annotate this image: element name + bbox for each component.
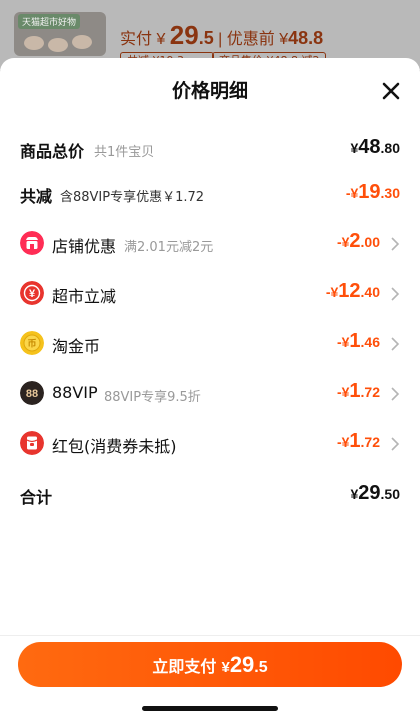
currency-symbol: -¥ — [345, 185, 359, 201]
discount-row-supermarket[interactable]: ¥ 超市立减 -¥12.40 — [20, 274, 400, 314]
amount-int: 12 — [338, 280, 361, 302]
chevron-right-icon — [391, 237, 400, 251]
amount-dec: .72 — [360, 384, 380, 400]
amount-int: 48 — [358, 136, 381, 158]
amount-dec: .5 — [254, 659, 268, 676]
coin-glyph: 币 — [27, 339, 36, 350]
currency-symbol: -¥ — [336, 334, 350, 350]
before-label: | 优惠前 ¥ — [213, 31, 289, 48]
gold-coin-icon: 币 — [20, 331, 44, 355]
amount-dec: .80 — [380, 140, 400, 156]
paid-dec: .5 — [198, 28, 214, 48]
vip-glyph: 88 — [26, 388, 38, 400]
total-price-row: 商品总价 共1件宝贝 ¥48.80 — [20, 130, 400, 170]
discount-amount: -¥1.72 — [337, 380, 380, 403]
amount-dec: .30 — [380, 185, 400, 201]
chevron-right-icon — [391, 387, 400, 401]
vip88-icon: 88 — [20, 381, 44, 405]
yuan-glyph: ¥ — [29, 288, 36, 300]
discount-row-gold-coin[interactable]: 币 淘金币 -¥1.46 — [20, 324, 400, 364]
discount-label: 店铺优惠 — [52, 237, 117, 256]
store-coupon-icon — [20, 231, 44, 255]
amount-dec: .50 — [380, 486, 400, 502]
red-packet-icon — [20, 431, 44, 455]
discount-label: 红包(消费券未抵) — [52, 437, 177, 456]
currency-symbol: -¥ — [336, 234, 350, 250]
currency-symbol: -¥ — [325, 284, 339, 300]
discount-sub: 88VIP专享9.5折 — [104, 390, 201, 405]
sum-row: 合计 ¥29.50 — [20, 476, 400, 516]
sum-amount: ¥29.50 — [350, 482, 400, 505]
footer-divider — [0, 635, 420, 636]
discount-label: 淘金币 — [52, 337, 101, 356]
currency-symbol: ¥ — [221, 659, 230, 676]
amount-int: 29 — [229, 652, 255, 677]
pay-button-label: 立即支付 — [152, 657, 217, 676]
discount-amount: -¥1.46 — [337, 330, 380, 353]
amount-int: 19 — [358, 181, 381, 203]
price-detail-sheet: 价格明细 商品总价 共1件宝贝 ¥48.80 共减 含88VIP专享优惠￥1.7… — [0, 58, 420, 720]
close-icon[interactable] — [380, 80, 402, 102]
total-price-amount: ¥48.80 — [350, 136, 400, 159]
home-indicator — [142, 706, 278, 711]
total-reduction-label: 共减 — [20, 187, 53, 206]
before-value: 48.8 — [288, 28, 324, 48]
background-paid-price: 实付 ¥ 29.5 | 优惠前 ¥48.8 — [120, 20, 323, 51]
discount-amount: -¥1.72 — [337, 430, 380, 453]
amount-int: 1 — [349, 430, 361, 452]
egg-image — [48, 38, 68, 52]
amount-int: 29 — [358, 482, 381, 504]
product-thumbnail: 天猫超市好物 — [14, 12, 106, 56]
total-reduction-amount: -¥19.30 — [346, 181, 400, 204]
discount-label: 超市立减 — [52, 287, 117, 306]
chevron-right-icon — [391, 437, 400, 451]
amount-dec: .00 — [360, 234, 380, 250]
currency-symbol: -¥ — [336, 384, 350, 400]
product-thumbnail-tag: 天猫超市好物 — [18, 14, 81, 29]
paid-int: 29 — [169, 20, 199, 50]
sheet-title: 价格明细 — [171, 80, 248, 102]
total-price-label: 商品总价 — [20, 142, 85, 161]
total-reduction-row: 共减 含88VIP专享优惠￥1.72 -¥19.30 — [20, 175, 400, 215]
amount-int: 1 — [349, 330, 361, 352]
pay-now-button[interactable]: 立即支付 ¥29.5 — [18, 642, 402, 687]
total-reduction-sub: 含88VIP专享优惠￥1.72 — [60, 190, 205, 205]
paid-label: 实付 ¥ — [120, 31, 170, 48]
currency-symbol: -¥ — [336, 434, 350, 450]
chevron-right-icon — [391, 287, 400, 301]
amount-dec: .46 — [360, 334, 380, 350]
discount-row-88vip[interactable]: 88 88VIP 88VIP专享9.5折 -¥1.72 — [20, 374, 400, 414]
amount-int: 2 — [349, 230, 361, 252]
total-price-sub: 共1件宝贝 — [94, 145, 155, 160]
discount-amount: -¥12.40 — [326, 280, 380, 303]
sum-label: 合计 — [20, 488, 53, 507]
egg-image — [72, 35, 92, 49]
amount-dec: .40 — [360, 284, 380, 300]
discount-row-red-packet[interactable]: 红包(消费券未抵) -¥1.72 — [20, 424, 400, 464]
egg-image — [24, 36, 44, 50]
discount-label: 88VIP — [52, 383, 98, 402]
supermarket-yuan-icon: ¥ — [20, 281, 44, 305]
discount-row-store[interactable]: 店铺优惠 满2.01元减2元 -¥2.00 — [20, 224, 400, 264]
discount-amount: -¥2.00 — [337, 230, 380, 253]
amount-int: 1 — [349, 380, 361, 402]
chevron-right-icon — [391, 337, 400, 351]
amount-dec: .72 — [360, 434, 380, 450]
discount-sub: 满2.01元减2元 — [124, 240, 214, 255]
